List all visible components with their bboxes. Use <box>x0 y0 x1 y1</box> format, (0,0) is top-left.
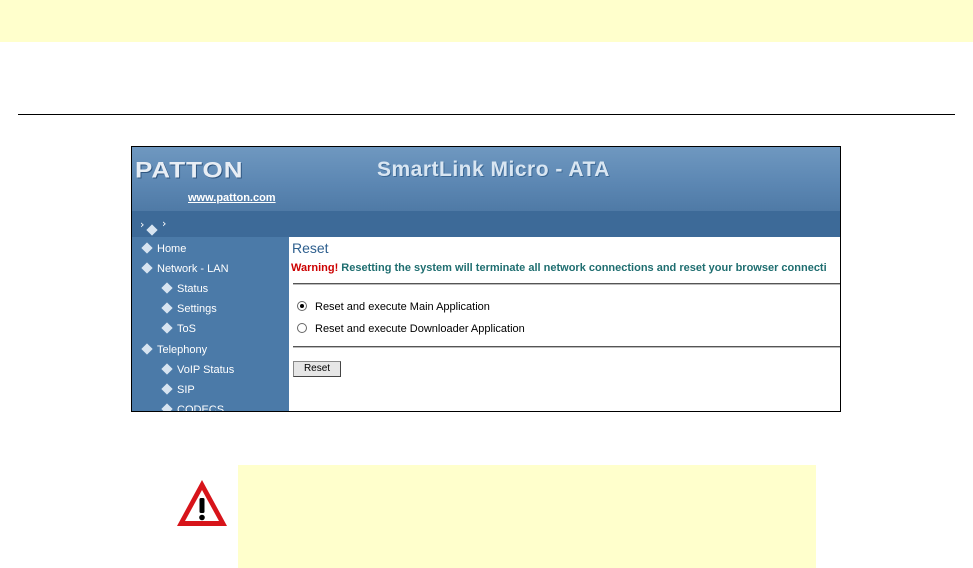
sidebar-item-voip-status[interactable]: VoIP Status <box>161 363 235 376</box>
divider <box>293 346 840 348</box>
section-rule <box>18 114 955 115</box>
sidebar-item-network-lan[interactable]: Network - LAN <box>141 262 229 275</box>
sidebar-item-label: VoIP Status <box>177 364 235 376</box>
sidebar-item-label: SIP <box>177 384 195 396</box>
breadcrumb-arrow-2: › <box>162 217 167 230</box>
reset-button[interactable]: Reset <box>293 361 341 377</box>
warning-message: Warning! Resetting the system will termi… <box>291 262 827 274</box>
website-link[interactable]: www.patton.com <box>188 192 276 204</box>
warning-label: Warning! <box>291 262 339 274</box>
option-downloader-application[interactable]: Reset and execute Downloader Application <box>297 323 525 335</box>
diamond-bullet-icon <box>161 302 173 314</box>
radio-button[interactable] <box>297 323 307 333</box>
sidebar-item-label: Home <box>157 243 187 255</box>
header-band <box>0 0 973 42</box>
sidebar-item-label: Telephony <box>157 344 208 356</box>
diamond-bullet-icon <box>141 343 153 355</box>
breadcrumb-arrow: › <box>140 218 145 231</box>
warning-text: Resetting the system will terminate all … <box>338 262 827 274</box>
patton-logo: PATTON <box>135 157 244 183</box>
web-ui-screenshot: PATTON SmartLink Micro - ATA www.patton.… <box>131 146 841 412</box>
warning-triangle-icon <box>177 480 227 526</box>
diamond-bullet-icon <box>161 403 173 411</box>
sidebar-item-status[interactable]: Status <box>161 282 209 295</box>
document-page: PATTON SmartLink Micro - ATA www.patton.… <box>0 0 973 568</box>
sidebar-item-label: ToS <box>177 323 196 335</box>
diamond-bullet-icon <box>141 242 153 254</box>
page-title: Reset <box>292 240 329 256</box>
diamond-bullet-icon <box>161 322 173 334</box>
radio-button[interactable] <box>297 301 307 311</box>
sidebar-nav: Home Network - LAN Status Settings ToS T… <box>132 237 289 412</box>
option-label: Reset and execute Main Application <box>315 301 490 313</box>
sidebar-item-label: Settings <box>177 303 217 315</box>
sidebar-item-tos[interactable]: ToS <box>161 322 196 335</box>
caution-box <box>238 465 816 568</box>
divider <box>293 283 840 285</box>
sidebar-item-label: Status <box>177 283 209 295</box>
sidebar-item-sip[interactable]: SIP <box>161 383 195 396</box>
option-main-application[interactable]: Reset and execute Main Application <box>297 301 490 313</box>
diamond-bullet-icon <box>161 363 173 375</box>
diamond-bullet-icon <box>161 383 173 395</box>
option-label: Reset and execute Downloader Application <box>315 323 525 335</box>
product-title: SmartLink Micro - ATA <box>377 158 610 181</box>
breadcrumb: › › <box>132 211 840 237</box>
sidebar-item-codecs[interactable]: CODECS <box>161 403 225 412</box>
sidebar-item-label: Network - LAN <box>157 263 229 275</box>
sidebar-item-label: CODECS <box>177 404 225 412</box>
sidebar-item-settings[interactable]: Settings <box>161 302 217 315</box>
diamond-bullet-icon <box>141 262 153 274</box>
sidebar-item-telephony[interactable]: Telephony <box>141 343 208 356</box>
sidebar-item-home[interactable]: Home <box>141 242 187 255</box>
diamond-bullet-icon <box>161 282 173 294</box>
banner: PATTON SmartLink Micro - ATA www.patton.… <box>132 147 840 211</box>
reset-panel: Reset Warning! Resetting the system will… <box>289 237 840 411</box>
